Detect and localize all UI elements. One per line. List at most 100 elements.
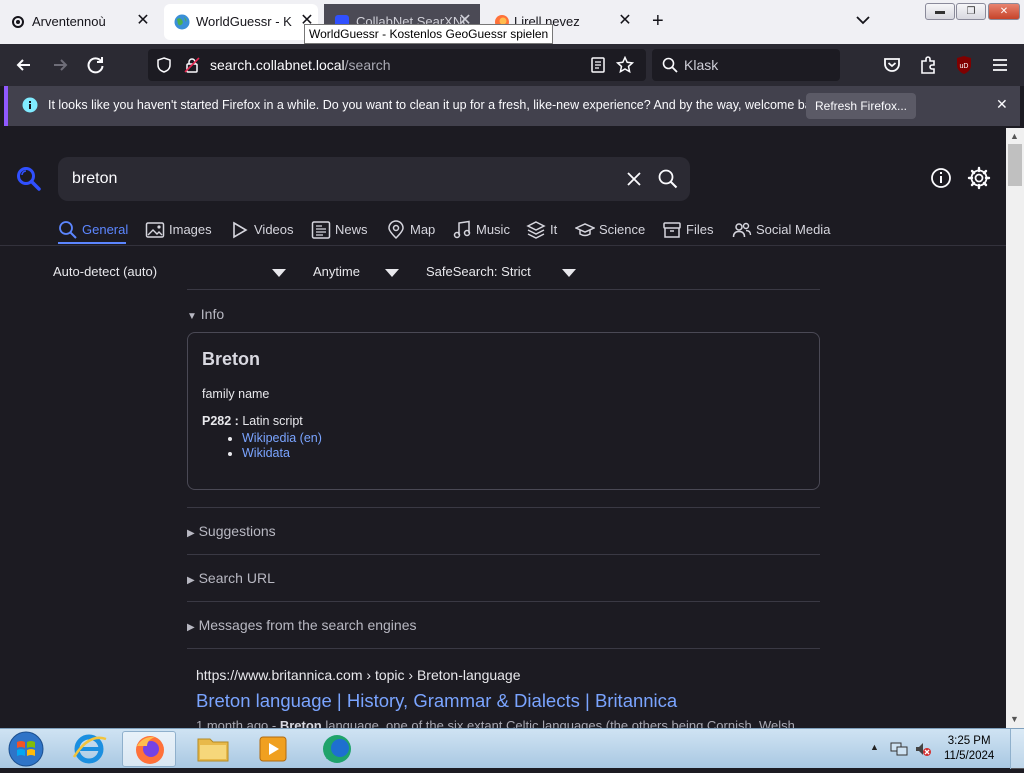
tab-label: Music [476, 222, 510, 237]
tab-title: WorldGuessr - Kost [196, 14, 292, 29]
tab-label: Social Media [756, 222, 831, 237]
folder-icon [197, 738, 229, 762]
internet-explorer-icon [72, 734, 107, 764]
result-url[interactable]: https://www.britannica.com › topic › Bre… [196, 667, 521, 683]
insecure-lock-icon[interactable] [184, 57, 200, 73]
chevron-down-icon[interactable] [856, 15, 870, 25]
taskbar-firefox[interactable] [122, 731, 176, 767]
triangle-right-icon: ▶ [187, 622, 195, 633]
newspaper-icon [311, 221, 331, 239]
tab-label: Science [599, 222, 646, 237]
scrollbar-thumb[interactable] [1008, 144, 1022, 186]
search-submit-icon[interactable] [658, 169, 678, 189]
back-arrow-icon[interactable] [12, 53, 36, 77]
list-item: Wikipedia (en) [242, 431, 322, 446]
network-icon[interactable] [890, 741, 908, 757]
ublock-origin-icon[interactable]: uD [952, 53, 976, 77]
info-icon[interactable] [928, 165, 954, 191]
notification-bar: It looks like you haven't started Firefo… [4, 86, 1020, 126]
clock-time: 3:25 PM [947, 735, 991, 747]
reader-view-icon[interactable] [590, 57, 606, 73]
music-note-icon [453, 220, 471, 239]
firefox-icon [136, 736, 164, 764]
tab-close-icon[interactable]: ✕ [616, 12, 634, 30]
extensions-puzzle-icon[interactable] [916, 53, 940, 77]
hamburger-menu-icon[interactable] [988, 53, 1012, 77]
divider [187, 648, 820, 649]
maximize-window-button[interactable]: ❐ [956, 3, 986, 20]
taskbar-internet-explorer[interactable] [62, 731, 116, 767]
chevron-down-icon[interactable] [562, 269, 576, 277]
search-url-section-toggle[interactable]: ▶ Search URL [187, 570, 275, 586]
clear-query-icon[interactable] [626, 171, 642, 187]
tab-general[interactable]: General [58, 216, 129, 244]
gear-icon [12, 16, 24, 28]
search-query-input[interactable]: breton [58, 157, 690, 201]
suggestions-section-toggle[interactable]: ▶ Suggestions [187, 523, 276, 539]
engine-messages-section-toggle[interactable]: ▶ Messages from the search engines [187, 617, 416, 633]
taskbar-file-explorer[interactable] [186, 731, 240, 767]
infobox-title: Breton [202, 349, 260, 369]
pocket-icon[interactable] [880, 53, 904, 77]
system-clock[interactable]: 3:25 PM 11/5/2024 [944, 734, 994, 764]
tab-label: Files [686, 222, 714, 237]
tab-close-icon[interactable]: ✕ [134, 12, 152, 30]
bookmark-star-icon[interactable] [616, 56, 634, 74]
chevron-down-icon[interactable] [272, 269, 286, 277]
shield-icon[interactable] [156, 57, 172, 73]
url-host: search.collabnet.local [210, 57, 345, 73]
tab-title: Arventennoù [32, 14, 106, 29]
section-label: Messages from the search engines [198, 617, 417, 633]
close-window-button[interactable]: ✕ [988, 3, 1020, 20]
section-label: Suggestions [198, 523, 276, 539]
divider [187, 601, 820, 602]
map-pin-icon [388, 220, 404, 240]
taskbar-chat-app[interactable] [310, 731, 364, 767]
page-scrollbar[interactable]: ▲ ▼ [1006, 128, 1024, 728]
new-tab-plus-icon[interactable]: + [652, 10, 664, 33]
tab-settings[interactable]: Arventennoù ✕ [0, 0, 160, 44]
taskbar-media-player[interactable] [246, 731, 300, 767]
tab-label: Map [410, 222, 436, 237]
tab-label: Images [169, 222, 212, 237]
reload-icon[interactable] [84, 53, 108, 77]
snippet-text: language, one of the six extant Celtic l… [321, 718, 799, 728]
play-icon [233, 221, 248, 239]
wikidata-link[interactable]: Wikidata [242, 446, 290, 460]
search-icon [59, 221, 77, 239]
close-notification-icon[interactable]: ✕ [996, 96, 1008, 113]
search-placeholder: Klask [684, 57, 719, 73]
forward-arrow-icon[interactable] [48, 53, 72, 77]
snippet-highlight: Breton [279, 718, 322, 728]
volume-muted-icon[interactable] [914, 741, 932, 757]
search-query-text: breton [72, 170, 118, 187]
show-hidden-icons-arrow-icon[interactable]: ▲ [870, 742, 879, 752]
windows-start-icon[interactable] [6, 730, 46, 768]
windows-taskbar: ▲ 3:25 PM 11/5/2024 [0, 728, 1024, 769]
minimize-window-button[interactable]: ▬ [925, 3, 955, 20]
searxng-logo-icon[interactable] [16, 166, 42, 192]
scroll-down-arrow-icon[interactable]: ▼ [1010, 714, 1019, 724]
divider [187, 507, 820, 508]
time-range-select[interactable]: Anytime [313, 264, 360, 279]
url-bar[interactable]: search.collabnet.local/search [148, 49, 646, 81]
url-path: /search [344, 57, 391, 73]
preferences-gear-icon[interactable] [966, 165, 992, 191]
section-label: Search URL [198, 570, 275, 586]
info-circle-icon [22, 97, 38, 113]
web-search-field[interactable]: Klask [652, 49, 840, 81]
language-select[interactable]: Auto-detect (auto) [53, 264, 157, 279]
layers-icon [526, 221, 546, 239]
archive-box-icon [663, 222, 681, 238]
wikipedia-link[interactable]: Wikipedia (en) [242, 431, 322, 445]
safesearch-select[interactable]: SafeSearch: Strict [426, 264, 531, 279]
show-desktop-button[interactable] [1010, 729, 1024, 769]
result-title-link[interactable]: Breton language | History, Grammar & Dia… [196, 690, 677, 712]
scroll-up-arrow-icon[interactable]: ▲ [1010, 131, 1019, 141]
tab-worldguessr[interactable]: WorldGuessr - Kost ✕ [164, 4, 318, 40]
result-snippet: 1 month ago - Breton language, one of th… [196, 718, 798, 728]
tab-label: General [82, 222, 129, 237]
info-section-toggle[interactable]: ▼ Info [187, 306, 224, 322]
refresh-firefox-button[interactable]: Refresh Firefox... [806, 93, 916, 119]
chevron-down-icon[interactable] [385, 269, 399, 277]
